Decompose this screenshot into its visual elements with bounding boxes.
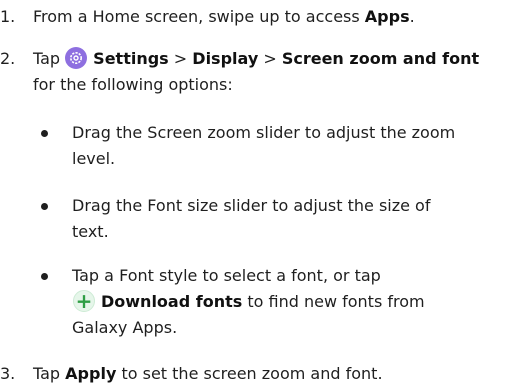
bullet-dot	[41, 203, 48, 210]
instructions-document: 1. From a Home screen, swipe up to acces…	[0, 0, 517, 390]
screen-zoom-font-label: Screen zoom and font	[281, 49, 480, 68]
plus-add-icon: +	[73, 289, 95, 313]
step-text: Tap Apply to set the screen zoom and fon…	[33, 364, 383, 383]
bullet-dot	[41, 273, 48, 280]
download-fonts-label: Download fonts	[101, 292, 243, 311]
settings-gear-icon	[65, 47, 88, 69]
display-label: Display	[192, 49, 259, 68]
step-number: 2.	[0, 49, 16, 68]
step-text: From a Home screen, swipe up to access A…	[33, 7, 415, 26]
apply-label: Apply	[65, 364, 117, 383]
step-text: Tap Settings > Display > Screen zoom and…	[33, 47, 480, 94]
apps-label: Apps	[364, 7, 410, 26]
bullet-dot	[41, 130, 48, 137]
step-number: 3.	[0, 364, 16, 383]
step-number: 1.	[0, 7, 16, 26]
settings-label: Settings	[93, 49, 169, 68]
